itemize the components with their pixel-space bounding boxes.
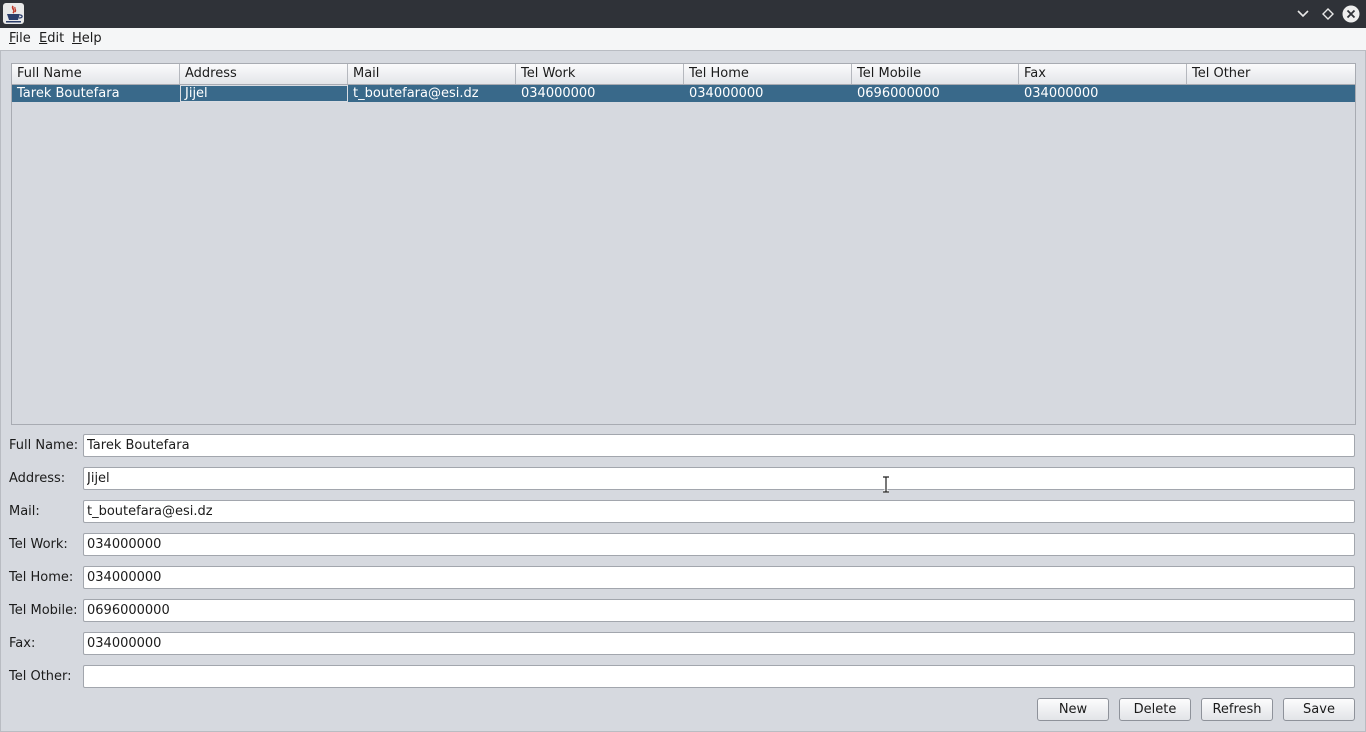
column-header-tel-mobile[interactable]: Tel Mobile	[852, 64, 1019, 84]
tel-home-label: Tel Home:	[9, 570, 74, 585]
tel-work-label: Tel Work:	[9, 537, 68, 552]
menu-file[interactable]: File	[9, 31, 31, 46]
delete-button[interactable]: Delete	[1119, 698, 1191, 721]
close-circle-icon	[1342, 5, 1360, 23]
diamond-icon	[1322, 8, 1334, 20]
table-header: Full Name Address Mail Tel Work Tel Home…	[12, 64, 1355, 85]
menu-help[interactable]: Help	[72, 31, 102, 46]
column-header-tel-home[interactable]: Tel Home	[684, 64, 852, 84]
title-bar	[0, 0, 1366, 28]
cell-mail[interactable]: t_boutefara@esi.dz	[348, 85, 516, 102]
text-cursor-icon	[880, 475, 892, 494]
menu-edit-mnemonic: E	[39, 31, 48, 46]
tel-work-field[interactable]	[83, 533, 1355, 556]
mail-field[interactable]	[83, 500, 1355, 523]
maximize-button[interactable]	[1319, 5, 1337, 23]
main-window: File Edit Help Full Name Address Mail Te…	[0, 0, 1366, 732]
cell-tel-other[interactable]	[1187, 85, 1355, 102]
column-header-fax[interactable]: Fax	[1019, 64, 1187, 84]
menu-edit-label: dit	[47, 31, 65, 46]
fax-field[interactable]	[83, 632, 1355, 655]
full-name-field[interactable]	[83, 434, 1355, 457]
menu-help-label: elp	[81, 31, 102, 46]
column-header-mail[interactable]: Mail	[348, 64, 516, 84]
save-button[interactable]: Save	[1283, 698, 1355, 721]
tel-home-field[interactable]	[83, 566, 1355, 589]
fax-label: Fax:	[9, 636, 36, 651]
cell-fax[interactable]: 034000000	[1019, 85, 1187, 102]
cell-tel-mobile[interactable]: 0696000000	[852, 85, 1019, 102]
column-header-address[interactable]: Address	[180, 64, 348, 84]
table-row[interactable]: Tarek Boutefara Jijel t_boutefara@esi.dz…	[12, 85, 1355, 102]
minimize-button[interactable]	[1294, 5, 1312, 23]
menu-bar: File Edit Help	[0, 28, 1366, 51]
cell-address[interactable]: Jijel	[180, 85, 348, 102]
menu-help-mnemonic: H	[72, 31, 82, 46]
refresh-button[interactable]: Refresh	[1201, 698, 1273, 721]
column-header-tel-work[interactable]: Tel Work	[516, 64, 684, 84]
tel-mobile-label: Tel Mobile:	[9, 603, 78, 618]
cell-full-name[interactable]: Tarek Boutefara	[12, 85, 180, 102]
chevron-down-icon	[1297, 10, 1309, 18]
address-label: Address:	[9, 471, 66, 486]
tel-other-label: Tel Other:	[9, 669, 72, 684]
tel-other-field[interactable]	[83, 665, 1355, 688]
cell-tel-work[interactable]: 034000000	[516, 85, 684, 102]
address-field[interactable]	[83, 467, 1355, 490]
mail-label: Mail:	[9, 504, 40, 519]
menu-edit[interactable]: Edit	[39, 31, 64, 46]
new-button[interactable]: New	[1037, 698, 1109, 721]
menu-file-label: ile	[15, 31, 31, 46]
full-name-label: Full Name:	[9, 438, 79, 453]
contacts-table[interactable]: Full Name Address Mail Tel Work Tel Home…	[11, 63, 1356, 425]
close-button[interactable]	[1342, 5, 1360, 23]
cell-tel-home[interactable]: 034000000	[684, 85, 852, 102]
java-app-icon	[3, 3, 24, 24]
column-header-tel-other[interactable]: Tel Other	[1187, 64, 1355, 84]
column-header-full-name[interactable]: Full Name	[12, 64, 180, 84]
tel-mobile-field[interactable]	[83, 599, 1355, 622]
